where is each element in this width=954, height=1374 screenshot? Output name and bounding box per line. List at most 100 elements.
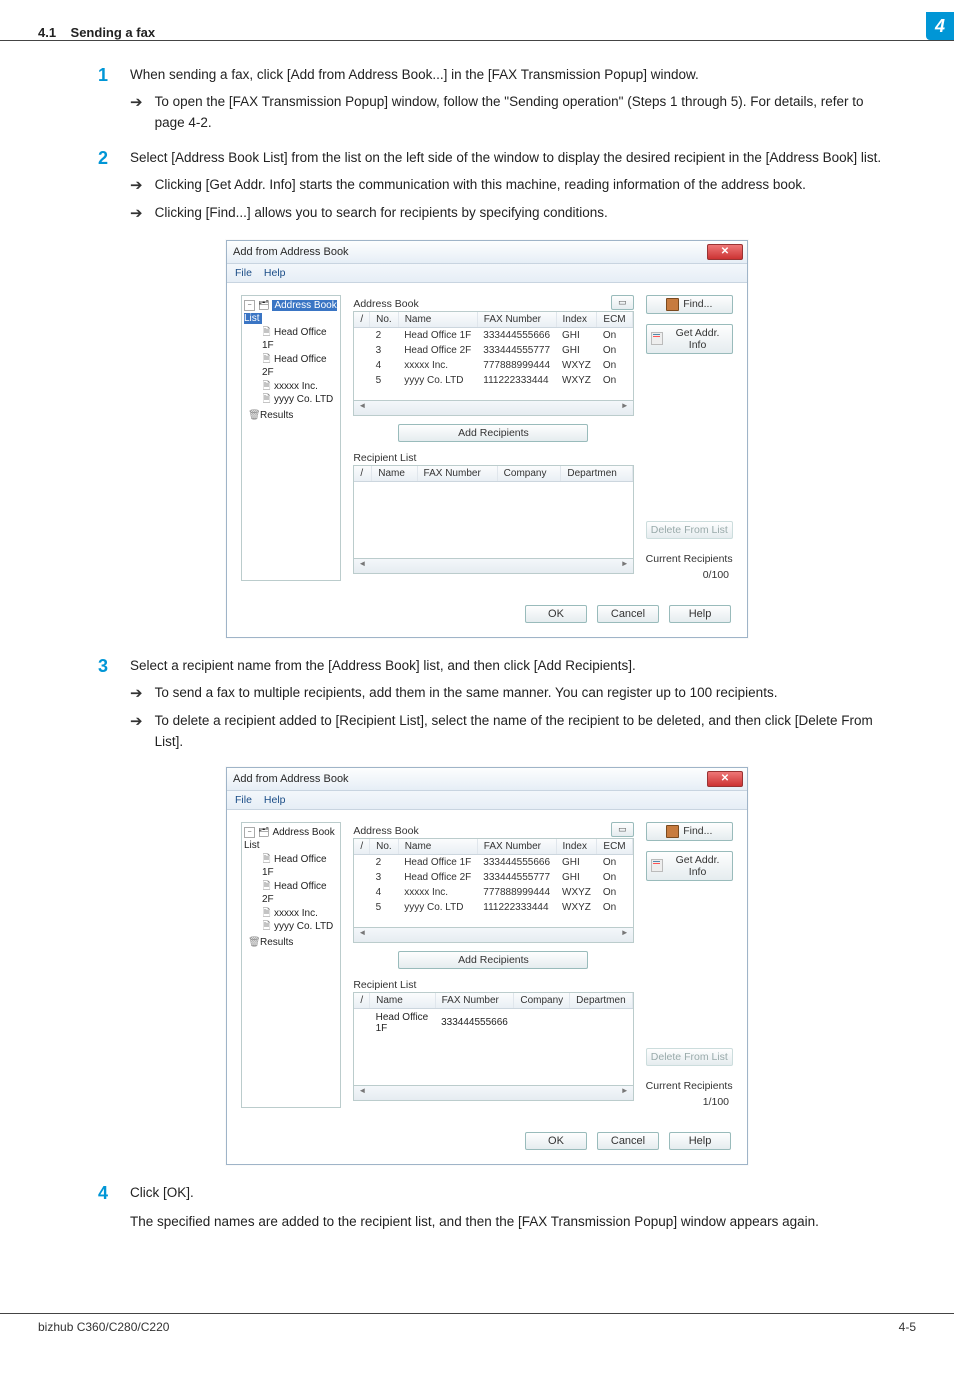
- rcol-company[interactable]: Company: [497, 466, 561, 482]
- tree-item[interactable]: Head Office 1F: [262, 854, 327, 879]
- dialog-add-from-address-book: Add from Address Book ✕ File Help −🗂Addr…: [226, 240, 748, 638]
- doc-icon: 🗎: [262, 920, 271, 934]
- horizontal-scrollbar[interactable]: [353, 559, 633, 574]
- step-text: Select a recipient name from the [Addres…: [130, 656, 884, 677]
- table-row[interactable]: 2Head Office 1F333444555666GHIOn: [354, 327, 632, 343]
- current-recipients-count: 0/100: [646, 569, 733, 581]
- table-row[interactable]: 3Head Office 2F333444555777GHIOn: [354, 343, 632, 358]
- get-addr-info-button[interactable]: Get Addr. Info: [646, 851, 733, 881]
- tree-item[interactable]: yyyy Co. LTD: [274, 394, 333, 405]
- doc-icon: 🗎: [262, 853, 271, 867]
- tree-item[interactable]: Head Office 2F: [262, 881, 327, 906]
- doc-icon: 🗎: [262, 353, 271, 367]
- tree-item[interactable]: xxxxx Inc.: [274, 381, 318, 392]
- address-book-label: Address Book: [353, 825, 418, 837]
- recipient-list[interactable]: / Name FAX Number Company Departmen: [353, 465, 633, 559]
- arrow-icon: ➔: [130, 92, 143, 134]
- help-button[interactable]: Help: [669, 1132, 731, 1150]
- ok-button[interactable]: OK: [525, 1132, 587, 1150]
- table-row[interactable]: 5yyyy Co. LTD111222333444WXYZOn: [354, 373, 632, 388]
- col-mark[interactable]: /: [354, 312, 369, 328]
- col-name[interactable]: Name: [398, 312, 477, 328]
- menu-bar: File Help: [227, 264, 747, 283]
- step-number: 4: [90, 1183, 108, 1233]
- step-subtext: Clicking [Get Addr. Info] starts the com…: [155, 175, 806, 198]
- rcol-mark[interactable]: /: [354, 466, 371, 482]
- recipient-row[interactable]: Head Office 1F333444555666: [354, 1008, 632, 1037]
- menu-help[interactable]: Help: [264, 267, 286, 279]
- results-icon: 🗑: [248, 936, 257, 950]
- address-book-list[interactable]: /No.NameFAX NumberIndexECM 2Head Office …: [353, 838, 633, 928]
- step-number: 2: [90, 148, 108, 228]
- get-addr-info-button[interactable]: Get Addr. Info: [646, 324, 733, 354]
- delete-from-list-button[interactable]: Delete From List: [646, 521, 733, 539]
- col-index[interactable]: Index: [556, 312, 597, 328]
- doc-icon: 🗎: [262, 326, 271, 340]
- recipient-list-label: Recipient List: [353, 979, 416, 991]
- doc-icon: 🗎: [262, 393, 271, 407]
- address-book-label: Address Book: [353, 298, 418, 310]
- window-close-button[interactable]: ✕: [707, 771, 743, 787]
- tree-item[interactable]: Head Office 1F: [262, 327, 327, 352]
- add-recipients-button[interactable]: Add Recipients: [398, 951, 588, 969]
- step-text: Select [Address Book List] from the list…: [130, 148, 881, 169]
- tree-results[interactable]: Results: [260, 937, 293, 948]
- table-row[interactable]: 2Head Office 1F333444555666GHIOn: [354, 854, 632, 870]
- tree-view[interactable]: −🗂Address Book List 🗎Head Office 1F 🗎Hea…: [241, 295, 341, 581]
- table-row[interactable]: 4xxxxx Inc.777888999444WXYZOn: [354, 885, 632, 900]
- menu-help[interactable]: Help: [264, 794, 286, 806]
- step-subtext: To delete a recipient added to [Recipien…: [155, 711, 884, 753]
- rcol-name[interactable]: Name: [372, 466, 417, 482]
- horizontal-scrollbar[interactable]: [353, 928, 633, 943]
- menu-file[interactable]: File: [235, 267, 252, 279]
- tree-item[interactable]: yyyy Co. LTD: [274, 921, 333, 932]
- find-button[interactable]: Find...: [646, 822, 733, 841]
- rcol-dept[interactable]: Departmen: [561, 466, 632, 482]
- horizontal-scrollbar[interactable]: [353, 1086, 633, 1101]
- section-heading: 4.1 Sending a fax: [38, 25, 926, 40]
- add-recipients-button[interactable]: Add Recipients: [398, 424, 588, 442]
- folder-icon: 🗂: [258, 827, 269, 837]
- table-row[interactable]: 3Head Office 2F333444555777GHIOn: [354, 870, 632, 885]
- cancel-button[interactable]: Cancel: [597, 605, 659, 623]
- window-close-button[interactable]: ✕: [707, 244, 743, 260]
- recipient-list[interactable]: /NameFAX NumberCompanyDepartmen Head Off…: [353, 992, 633, 1086]
- doc-icon: 🗎: [262, 380, 271, 394]
- delete-from-list-button[interactable]: Delete From List: [646, 1048, 733, 1066]
- current-recipients-label: Current Recipients: [646, 1080, 733, 1092]
- menu-file[interactable]: File: [235, 794, 252, 806]
- ok-button[interactable]: OK: [525, 605, 587, 623]
- col-fax[interactable]: FAX Number: [477, 312, 556, 328]
- horizontal-scrollbar[interactable]: [353, 401, 633, 416]
- mini-button[interactable]: ▭: [611, 822, 634, 837]
- tree-view[interactable]: −🗂Address Book List 🗎Head Office 1F 🗎Hea…: [241, 822, 341, 1108]
- find-button[interactable]: Find...: [646, 295, 733, 314]
- footer-page: 4-5: [899, 1320, 916, 1334]
- step-subtext: Clicking [Find...] allows you to search …: [155, 203, 608, 226]
- arrow-icon: ➔: [130, 683, 143, 706]
- tree-item[interactable]: Head Office 2F: [262, 354, 327, 379]
- window-title: Add from Address Book: [233, 773, 349, 785]
- tree-results[interactable]: Results: [260, 410, 293, 421]
- dialog-add-from-address-book: Add from Address Book ✕ File Help −🗂Addr…: [226, 767, 748, 1165]
- step-text: Click [OK].: [130, 1183, 819, 1204]
- cancel-button[interactable]: Cancel: [597, 1132, 659, 1150]
- doc-icon: 🗎: [262, 907, 271, 921]
- help-button[interactable]: Help: [669, 605, 731, 623]
- step-subtext: To send a fax to multiple recipients, ad…: [155, 683, 778, 706]
- tree-item[interactable]: xxxxx Inc.: [274, 908, 318, 919]
- table-row[interactable]: 4xxxxx Inc.777888999444WXYZOn: [354, 358, 632, 373]
- book-icon: [666, 298, 679, 311]
- current-recipients-count: 1/100: [646, 1096, 733, 1108]
- table-row[interactable]: 5yyyy Co. LTD111222333444WXYZOn: [354, 900, 632, 915]
- col-ecm[interactable]: ECM: [597, 312, 632, 328]
- window-title: Add from Address Book: [233, 246, 349, 258]
- address-book-list[interactable]: / No. Name FAX Number Index ECM 2Head Of…: [353, 311, 633, 401]
- mini-button[interactable]: ▭: [611, 295, 634, 310]
- chapter-badge: 4: [926, 12, 954, 40]
- step-aftertext: The specified names are added to the rec…: [130, 1212, 819, 1233]
- current-recipients-label: Current Recipients: [646, 553, 733, 565]
- rcol-fax[interactable]: FAX Number: [417, 466, 497, 482]
- col-no[interactable]: No.: [370, 312, 399, 328]
- card-icon: [651, 859, 663, 872]
